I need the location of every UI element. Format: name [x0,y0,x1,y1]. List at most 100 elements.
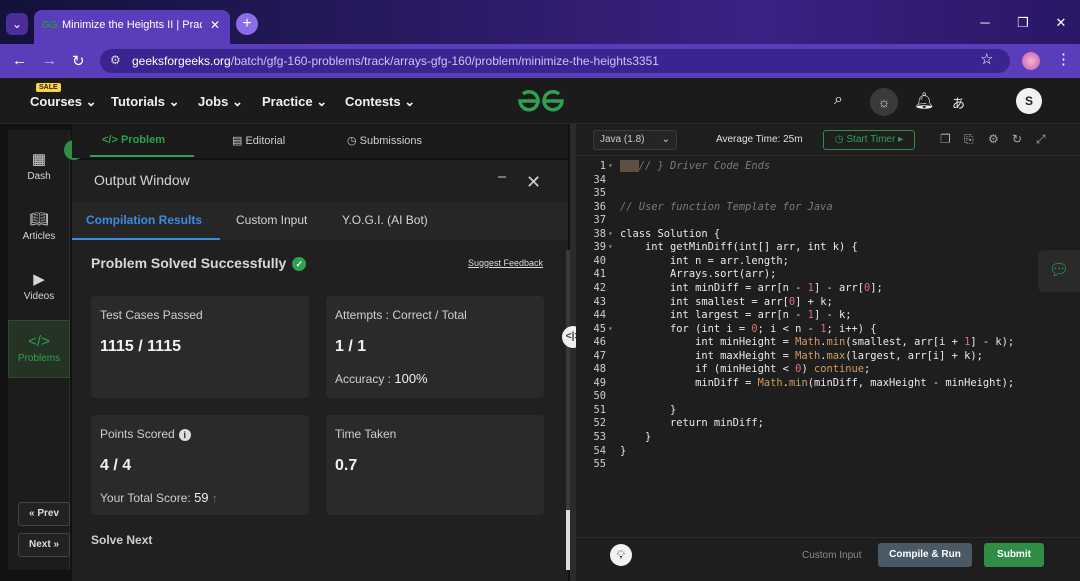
rail-item-problems[interactable]: </> Problems [8,320,70,378]
code-line[interactable]: int smallest = arr[0] + k; [620,296,833,308]
fold-arrow-icon[interactable]: ▾ [608,229,613,238]
code-line[interactable]: int getMinDiff(int[] arr, int k) { [620,241,858,253]
code-line[interactable]: for (int i = 0; i < n - 1; i++) { [620,323,876,335]
code-line[interactable]: int n = arr.length; [620,255,789,267]
grid-icon: ▦ [31,151,47,168]
compile-run-button[interactable]: Compile & Run [878,543,972,567]
minimize-icon[interactable]: ⎯ [498,168,506,186]
user-avatar[interactable]: S [1016,88,1042,114]
nav-tutorials[interactable]: Tutorials ⌄ [111,94,179,110]
nav-courses[interactable]: Courses ⌄ [30,94,97,110]
status-message: Problem Solved Successfully ✓ [91,255,307,271]
fold-arrow-icon[interactable]: ▾ [608,324,613,333]
gfg-logo[interactable] [514,88,568,114]
line-number: 43 [593,295,606,308]
fold-arrow-icon[interactable]: ▾ [608,161,613,170]
prev-button[interactable]: « Prev [18,502,70,526]
code-line[interactable]: } [620,404,676,416]
code-area[interactable]: 1 ▾ 34 35 36 37 38 ▾ 39 ▾ 40 41 42 43 44 45 ▾ 46 47 48 49 50 5… [576,157,1080,537]
tab-custom-input[interactable]: Custom Input [236,213,307,227]
browser-tab[interactable]: GG Minimize the Heights II | Practic ✕ [34,10,230,44]
chevron-down-icon: ⌄ [231,94,243,109]
code-line[interactable]: int largest = arr[n - 1] - k; [620,309,851,321]
nav-jobs[interactable]: Jobs ⌄ [198,94,243,110]
profile-avatar-icon[interactable] [1022,52,1040,70]
tab-problem[interactable]: </> Problem [102,134,165,146]
line-number: 1 [599,160,606,172]
accuracy-text: Accuracy : 100% [335,371,428,386]
code-line[interactable]: class Solution { [620,228,720,240]
line-number: 52 [593,417,606,430]
custom-input-button[interactable]: Custom Input [802,550,861,561]
minimize-window-button[interactable]: ─ [966,8,1004,38]
next-button[interactable]: Next » [18,533,70,557]
reload-icon[interactable]: ↻ [72,52,85,70]
submit-button[interactable]: Submit [984,543,1044,567]
tab-editorial[interactable]: ▤ Editorial [232,134,285,147]
tab-yogi-bot[interactable]: Y.O.G.I. (AI Bot) [342,213,428,227]
code-line[interactable]: minDiff = Math.min(minDiff, maxHeight - … [620,377,1014,389]
line-number: 51 [593,403,606,416]
test-cases-card: Test Cases Passed 1115 / 1115 [91,296,309,398]
reset-icon[interactable]: ↻ [1012,132,1022,146]
bookmark-star-icon[interactable]: ☆ [980,50,993,68]
code-line[interactable]: } [620,445,626,457]
search-icon[interactable]: ⌕ [834,91,843,109]
nav-practice[interactable]: Practice ⌄ [262,94,327,110]
tab-compilation-results[interactable]: Compilation Results [86,213,202,227]
copy-icon[interactable]: ❐ [940,132,951,146]
tab-submissions[interactable]: ◷ Submissions [347,134,422,147]
sale-badge: SALE [36,83,61,92]
theme-toggle-icon[interactable]: ☼ [870,88,898,116]
new-tab-button[interactable]: + [236,13,258,35]
fold-arrow-icon[interactable]: ▾ [608,242,613,251]
tab-close-icon[interactable]: ✕ [210,18,220,32]
code-line[interactable]: int minDiff = arr[n - 1] - arr[0]; [620,282,883,294]
code-line[interactable]: ▭▭▭// } Driver Code Ends [620,160,770,172]
browser-titlebar: ⌄ GG Minimize the Heights II | Practic ✕… [0,0,1080,44]
chat-icon[interactable]: 💬︎ [1038,250,1080,292]
editor-footer: 💡︎ Custom Input Compile & Run Submit [576,537,1080,581]
start-timer-button[interactable]: ◷ Start Timer ▸ [823,130,915,150]
info-icon[interactable]: i [178,429,191,441]
chevron-down-icon: ⌄ [316,94,328,109]
translate-icon[interactable]: あ [952,93,965,112]
back-arrow-icon[interactable]: ← [12,52,27,69]
code-icon: </> [28,333,50,350]
browser-menu-icon[interactable]: ⋮ [1056,50,1071,68]
nav-contests[interactable]: Contests ⌄ [345,94,415,110]
line-number: 50 [593,390,606,403]
code-line[interactable]: return minDiff; [620,417,764,429]
code-line[interactable]: } [620,431,651,443]
code-line[interactable]: if (minHeight < 0) continue; [620,363,870,375]
chevron-down-icon: ⌄ [404,94,416,109]
forward-arrow-icon[interactable]: → [42,52,57,69]
maximize-window-button[interactable]: ❐ [1004,8,1042,38]
close-window-button[interactable]: ✕ [1042,8,1080,38]
line-number: 34 [593,173,606,186]
rail-item-articles[interactable]: 📖︎ Articles [8,210,70,268]
output-tabs: Compilation Results Custom Input Y.O.G.I… [72,202,568,240]
close-icon[interactable]: ✕ [526,172,541,193]
settings-gear-icon[interactable]: ⚙ [988,132,999,146]
code-line[interactable]: int minHeight = Math.min(smallest, arr[i… [620,336,1014,348]
points-label: Points Scored i [100,427,191,441]
file-icon[interactable]: ⎘ [964,132,974,147]
code-line[interactable]: Arrays.sort(arr); [620,268,776,280]
lightbulb-icon[interactable]: 💡︎ [610,544,632,566]
code-editor-panel: Java (1.8) ⌄ Average Time: 25m ◷ Start T… [576,124,1080,581]
time-label: Time Taken [335,427,397,441]
tab-search-icon[interactable]: ⌄ [6,13,28,35]
fullscreen-icon[interactable]: ⤢ [1036,132,1046,147]
site-settings-icon[interactable]: ⚙ [110,53,121,67]
solve-next-heading: Solve Next [91,533,153,547]
language-select[interactable]: Java (1.8) ⌄ [593,130,677,150]
code-line[interactable]: // User function Template for Java [620,201,833,213]
rail-item-dash[interactable]: ▦ Dash [8,150,70,208]
suggest-feedback-link[interactable]: Suggest Feedback [468,258,543,268]
code-line[interactable]: int maxHeight = Math.max(largest, arr[i]… [620,350,983,362]
url-input[interactable]: ⚙ geeksforgeeks.org/batch/gfg-160-proble… [100,49,1010,73]
test-cases-label: Test Cases Passed [100,308,203,322]
line-number: 45 [593,322,606,335]
notification-bell-icon[interactable]: 🔔︎ [914,91,934,111]
